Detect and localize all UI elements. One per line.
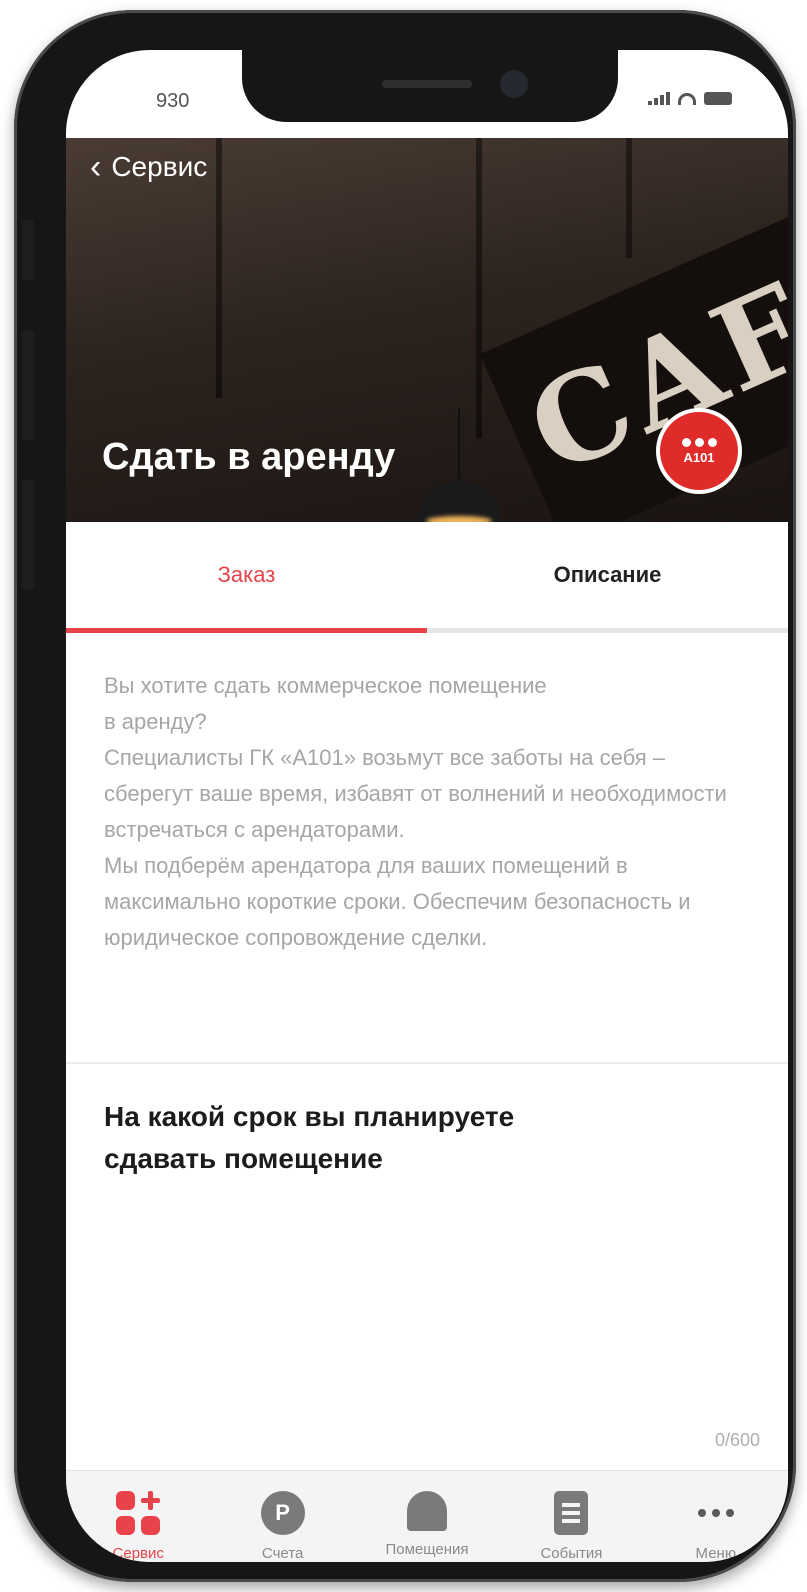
tab-active-indicator xyxy=(66,628,427,633)
service-grid-icon xyxy=(116,1491,161,1535)
page-title: Сдать в аренду xyxy=(102,436,396,478)
tabbar-item-service[interactable]: Сервис xyxy=(66,1471,210,1562)
ruble-coin-icon: P xyxy=(260,1491,305,1535)
brand-logo: A101 xyxy=(656,408,742,494)
document-list-icon xyxy=(554,1491,589,1535)
section-divider xyxy=(66,1062,788,1064)
status-icons xyxy=(648,92,732,105)
segment-tabs: Заказ Описание xyxy=(66,522,788,633)
tab-indicator-track xyxy=(427,628,788,633)
chevron-left-icon: ‹ xyxy=(90,148,102,186)
building-icon xyxy=(407,1491,448,1531)
bottom-tab-bar: Сервис P Счета Помещения События Меню xyxy=(66,1470,788,1562)
speaker-grille xyxy=(382,80,472,88)
more-dots-icon xyxy=(694,1491,738,1535)
wifi-icon xyxy=(678,93,696,105)
volume-up-button xyxy=(22,330,34,440)
mute-switch xyxy=(22,220,34,280)
tabbar-label: Меню xyxy=(695,1545,737,1562)
tabbar-label: Счета xyxy=(261,1545,304,1562)
battery-icon xyxy=(704,92,732,105)
status-time: 930 xyxy=(156,90,190,112)
tab-order[interactable]: Заказ xyxy=(66,522,427,628)
tabbar-item-menu[interactable]: Меню xyxy=(644,1471,788,1562)
tabbar-label: Помещения xyxy=(385,1541,469,1558)
logo-people-icon xyxy=(681,437,717,447)
back-button[interactable]: ‹ Сервис xyxy=(90,150,207,184)
lamp-cord xyxy=(458,408,460,488)
front-camera xyxy=(500,70,528,98)
tabbar-item-rooms[interactable]: Помещения xyxy=(355,1471,499,1562)
character-counter: 0/600 xyxy=(714,1430,760,1450)
signal-icon xyxy=(648,92,670,105)
tabbar-item-bills[interactable]: P Счета xyxy=(210,1471,354,1562)
tabbar-item-events[interactable]: События xyxy=(499,1471,643,1562)
brand-logo-text: A101 xyxy=(683,449,715,465)
tabbar-label: События xyxy=(540,1545,603,1562)
app-screen: 930 CAFE ‹ Сервис Сдать в аренду A101 За… xyxy=(66,50,788,1562)
service-description: Вы хотите сдать коммерческое помещение в… xyxy=(104,673,727,950)
rental-term-question: На какой срок вы планируете сдавать поме… xyxy=(104,1101,515,1174)
tabbar-label: Сервис xyxy=(112,1545,164,1562)
notch xyxy=(242,50,618,122)
volume-down-button xyxy=(22,480,34,590)
tab-description[interactable]: Описание xyxy=(427,522,788,628)
phone-frame: 930 CAFE ‹ Сервис Сдать в аренду A101 За… xyxy=(14,10,796,1582)
back-button-label: Сервис xyxy=(111,151,208,182)
